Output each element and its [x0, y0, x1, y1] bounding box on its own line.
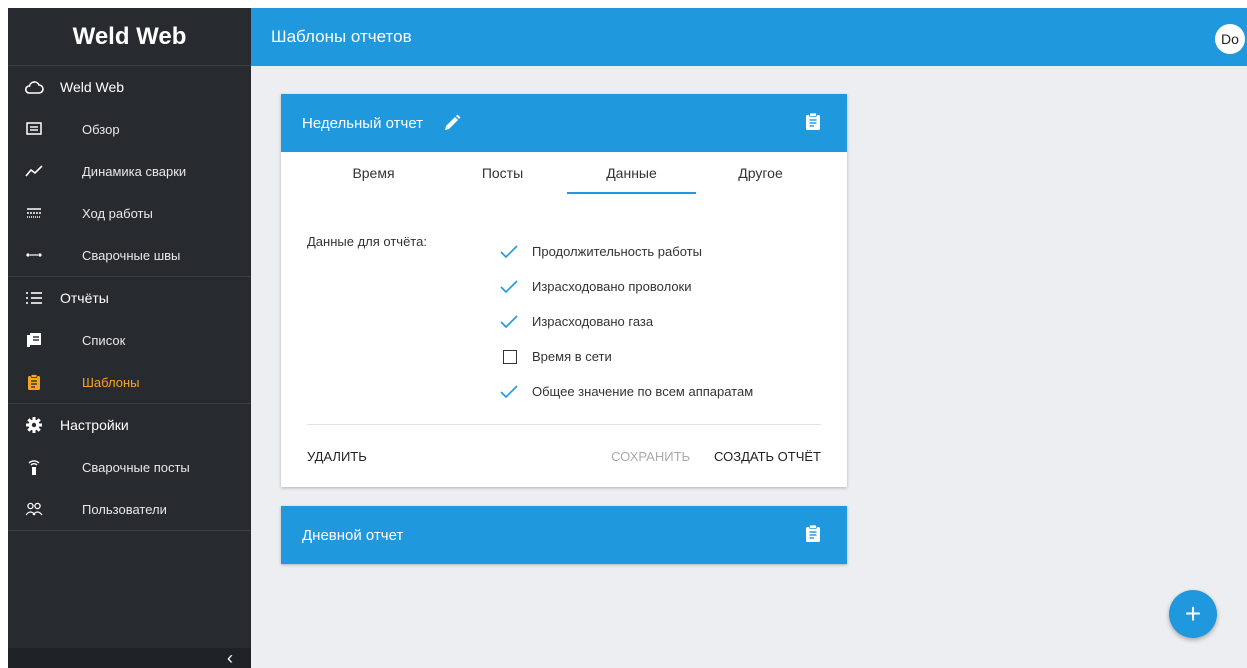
- option-label: Израсходовано газа: [532, 314, 654, 329]
- brand[interactable]: Weld Web: [8, 8, 251, 66]
- nav-group-weld-web: Weld Web Обзор Динамика сварки Ход работ…: [8, 66, 251, 277]
- card-title: Дневной отчет: [302, 526, 404, 544]
- tab-time[interactable]: Время: [309, 152, 438, 194]
- tab-data[interactable]: Данные: [567, 152, 696, 194]
- option-label: Время в сети: [532, 349, 612, 364]
- data-options-section: Данные для отчёта: Продолжительность раб…: [281, 194, 847, 424]
- option-label: Израсходовано проволоки: [532, 279, 692, 294]
- sidebar-item-progress[interactable]: Ход работы: [8, 192, 251, 234]
- create-report-button[interactable]: СОЗДАТЬ ОТЧЁТ: [702, 443, 833, 470]
- save-button[interactable]: СОХРАНИТЬ: [599, 443, 702, 470]
- sidebar-item-label: Ход работы: [82, 205, 153, 221]
- option-label: Продолжительность работы: [532, 244, 702, 259]
- checkbox-empty[interactable]: [500, 348, 518, 366]
- option-row[interactable]: Общее значение по всем аппаратам: [500, 374, 753, 409]
- option-row[interactable]: Продолжительность работы: [500, 234, 753, 269]
- report-list-icon: [22, 330, 46, 350]
- page-title: Шаблоны отчетов: [271, 27, 412, 46]
- avatar[interactable]: Do: [1215, 24, 1245, 54]
- list-icon: [22, 288, 46, 308]
- clipboard-icon[interactable]: [805, 524, 821, 547]
- tab-other[interactable]: Другое: [696, 152, 825, 194]
- trend-icon: [22, 161, 46, 181]
- sidebar-item-label: Сварочные посты: [82, 459, 190, 475]
- progress-icon: [22, 203, 46, 223]
- checkmark-icon[interactable]: [500, 243, 518, 261]
- delete-button[interactable]: УДАЛИТЬ: [295, 443, 379, 470]
- sidebar-item-label: Шаблоны: [82, 374, 140, 390]
- nav-group-settings: Настройки Сварочные посты Пользователи: [8, 404, 251, 531]
- sidebar-item-label: Пользователи: [82, 501, 167, 517]
- sidebar-item-label: Список: [82, 332, 126, 348]
- sidebar-item-welding-stations[interactable]: Сварочные посты: [8, 446, 251, 488]
- option-row[interactable]: Израсходовано проволоки: [500, 269, 753, 304]
- tab-stations[interactable]: Посты: [438, 152, 567, 194]
- sidebar-item-label: Обзор: [82, 121, 120, 137]
- sidebar-item-overview[interactable]: Обзор: [8, 108, 251, 150]
- sidebar-collapse-button[interactable]: ‹: [8, 648, 251, 668]
- sidebar-item-templates[interactable]: Шаблоны: [8, 361, 251, 403]
- checkmark-icon[interactable]: [500, 278, 518, 296]
- users-icon: [22, 499, 46, 519]
- options-list: Продолжительность работы Израсходовано п…: [500, 234, 753, 424]
- clipboard-icon[interactable]: [805, 112, 821, 135]
- station-icon: [22, 457, 46, 477]
- brand-title: Weld Web: [72, 22, 187, 50]
- checkmark-icon[interactable]: [500, 313, 518, 331]
- top-bar: Шаблоны отчетов Do: [251, 8, 1247, 66]
- cloud-icon: [22, 77, 46, 97]
- chevron-left-icon: ‹: [227, 647, 233, 668]
- nav-head-label: Отчёты: [60, 290, 109, 306]
- checkmark-icon[interactable]: [500, 383, 518, 401]
- card-header[interactable]: Дневной отчет: [281, 506, 847, 564]
- nav-head-settings[interactable]: Настройки: [8, 404, 251, 446]
- overview-icon: [22, 119, 46, 139]
- card-header: Недельный отчет: [281, 94, 847, 152]
- tab-bar: Время Посты Данные Другое: [281, 152, 847, 194]
- sidebar-item-dynamics[interactable]: Динамика сварки: [8, 150, 251, 192]
- sidebar-item-report-list[interactable]: Список: [8, 319, 251, 361]
- option-label: Общее значение по всем аппаратам: [532, 384, 754, 399]
- sidebar: Weld Web Weld Web Обзор Динамика сварки …: [8, 8, 251, 668]
- seam-icon: [22, 245, 46, 265]
- add-template-button[interactable]: +: [1169, 590, 1217, 638]
- option-row[interactable]: Время в сети: [500, 339, 753, 374]
- sidebar-item-users[interactable]: Пользователи: [8, 488, 251, 530]
- sidebar-item-label: Сварочные швы: [82, 247, 181, 263]
- gear-icon: [22, 415, 46, 435]
- option-row[interactable]: Израсходовано газа: [500, 304, 753, 339]
- data-label: Данные для отчёта:: [307, 234, 427, 249]
- clipboard-icon: [22, 372, 46, 392]
- card-title: Недельный отчет: [302, 114, 424, 132]
- nav-head-label: Weld Web: [60, 79, 125, 95]
- nav-head-label: Настройки: [60, 417, 129, 433]
- report-template-card[interactable]: Дневной отчет: [281, 506, 847, 564]
- nav-group-reports: Отчёты Список Шаблоны: [8, 277, 251, 404]
- nav-head-weld-web[interactable]: Weld Web: [8, 66, 251, 108]
- sidebar-item-label: Динамика сварки: [82, 163, 187, 179]
- nav-head-reports[interactable]: Отчёты: [8, 277, 251, 319]
- pencil-icon[interactable]: [443, 114, 461, 132]
- sidebar-item-seams[interactable]: Сварочные швы: [8, 234, 251, 276]
- card-actions: УДАЛИТЬ СОХРАНИТЬ СОЗДАТЬ ОТЧЁТ: [281, 425, 847, 487]
- report-template-card: Недельный отчет Время Посты Данные Друго…: [281, 94, 847, 487]
- app-frame: Weld Web Weld Web Обзор Динамика сварки …: [8, 8, 1247, 668]
